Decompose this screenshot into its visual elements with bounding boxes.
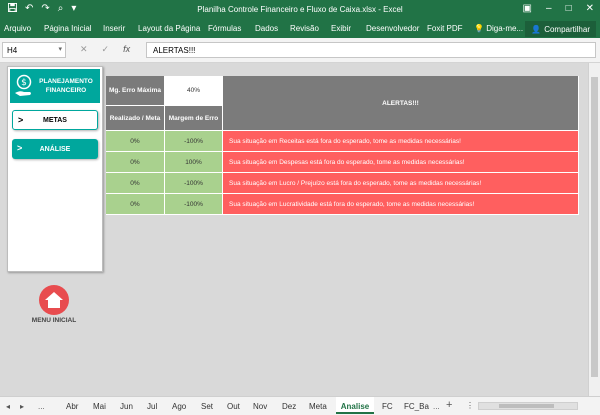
- ribbon-tabs: Arquivo Página Inicial Inserir Layout da…: [0, 20, 600, 38]
- tab-exibir[interactable]: Exibir: [331, 24, 351, 33]
- ribbon-display-icon[interactable]: ▣: [523, 3, 532, 14]
- sheet-tabs-bar: ◂ ▸ ... Abr Mai Jun Jul Ago Set Out Nov …: [0, 396, 600, 415]
- sheet-tab-dez[interactable]: Dez: [282, 402, 296, 411]
- confirm-icon[interactable]: ✓: [102, 44, 110, 55]
- money-hand-icon: $: [15, 74, 32, 96]
- tabs-splitter-icon[interactable]: ⋮: [466, 401, 474, 410]
- home-button[interactable]: [39, 285, 69, 315]
- planejamento-logo: $ PLANEJAMENTO FINANCEIRO: [10, 69, 100, 103]
- realizado-cell[interactable]: 0%: [106, 131, 165, 152]
- formula-icons: ✕ ✓ fx: [80, 44, 130, 55]
- name-box[interactable]: H4 ▾: [2, 42, 66, 58]
- mg-erro-value[interactable]: 40%: [165, 76, 223, 106]
- margem-cell[interactable]: -100%: [165, 173, 223, 194]
- margem-cell[interactable]: -100%: [165, 194, 223, 215]
- close-icon[interactable]: ✕: [586, 3, 594, 14]
- sheet-tab-fc[interactable]: FC: [382, 402, 393, 411]
- sheet-tab-out[interactable]: Out: [227, 402, 240, 411]
- sheet-tab-nov[interactable]: Nov: [253, 402, 267, 411]
- tab-dados[interactable]: Dados: [255, 24, 278, 33]
- more-sheets-right[interactable]: ...: [433, 402, 440, 411]
- scroll-thumb[interactable]: [591, 77, 598, 377]
- window-title: Planilha Controle Financeiro e Fluxo de …: [197, 5, 403, 14]
- metas-button[interactable]: > METAS: [12, 110, 98, 130]
- tab-desenvolvedor[interactable]: Desenvolvedor: [366, 24, 419, 33]
- arrow-right-icon: >: [17, 143, 23, 153]
- alert-cell[interactable]: Sua situação em Receitas está fora do es…: [223, 131, 579, 152]
- cancel-icon[interactable]: ✕: [80, 44, 88, 55]
- arrow-right-icon: >: [18, 115, 24, 125]
- formula-bar: H4 ▾ ✕ ✓ fx ALERTAS!!!: [0, 38, 600, 63]
- share-button[interactable]: 👤 Compartilhar: [525, 21, 596, 37]
- menu-inicial-label: MENU INICIAL: [31, 317, 77, 324]
- sheet-tab-jul[interactable]: Jul: [147, 402, 157, 411]
- insert-function-icon[interactable]: fx: [123, 44, 130, 55]
- home-icon: [45, 292, 63, 308]
- sheet-tab-meta[interactable]: Meta: [309, 402, 327, 411]
- alert-cell[interactable]: Sua situação em Despesas está fora do es…: [223, 152, 579, 173]
- prev-sheet-icon[interactable]: ◂: [6, 402, 10, 411]
- window-controls: ▣ – □ ✕: [523, 3, 594, 14]
- tab-formulas[interactable]: Fórmulas: [208, 24, 241, 33]
- add-sheet-icon[interactable]: +: [446, 399, 452, 411]
- lightbulb-icon: 💡: [474, 24, 484, 33]
- realizado-cell[interactable]: 0%: [106, 173, 165, 194]
- col-margem-header: Margem de Erro: [165, 106, 223, 131]
- sheet-tab-ago[interactable]: Ago: [172, 402, 186, 411]
- minimize-icon[interactable]: –: [546, 3, 552, 14]
- navigation-panel: $ PLANEJAMENTO FINANCEIRO > METAS > ANÁL…: [7, 66, 103, 272]
- tab-inserir[interactable]: Inserir: [103, 24, 125, 33]
- vertical-scrollbar[interactable]: [588, 63, 600, 396]
- realizado-cell[interactable]: 0%: [106, 152, 165, 173]
- horizontal-scrollbar[interactable]: [478, 402, 578, 410]
- col-realizado-header: Realizado / Meta: [106, 106, 165, 131]
- tab-arquivo[interactable]: Arquivo: [4, 24, 31, 33]
- tab-foxit-pdf[interactable]: Foxit PDF: [427, 24, 463, 33]
- alert-cell[interactable]: Sua situação em Lucratividade está fora …: [223, 194, 579, 215]
- mg-erro-label: Mg. Erro Máxima: [106, 76, 165, 106]
- margem-cell[interactable]: 100%: [165, 152, 223, 173]
- next-sheet-icon[interactable]: ▸: [20, 402, 24, 411]
- chevron-down-icon[interactable]: ▾: [58, 45, 62, 53]
- tell-me-search[interactable]: 💡 Diga-me...: [474, 24, 523, 33]
- tab-layout[interactable]: Layout da Página: [138, 24, 200, 33]
- svg-text:$: $: [21, 78, 27, 88]
- maximize-icon[interactable]: □: [566, 3, 572, 14]
- margem-cell[interactable]: -100%: [165, 131, 223, 152]
- more-sheets-left[interactable]: ...: [38, 402, 45, 411]
- sheet-tab-fc-ba[interactable]: FC_Ba: [404, 402, 429, 411]
- sheet-tab-set[interactable]: Set: [201, 402, 213, 411]
- tab-revisao[interactable]: Revisão: [290, 24, 319, 33]
- sheet-tab-analise[interactable]: Analise: [336, 397, 374, 414]
- sheet-tab-mai[interactable]: Mai: [93, 402, 106, 411]
- realizado-cell[interactable]: 0%: [106, 194, 165, 215]
- alerts-header: ALERTAS!!!: [223, 76, 579, 131]
- analise-button[interactable]: > ANÁLISE: [12, 139, 98, 159]
- title-bar: ↶ ↷ ⌕ ▾ Planilha Controle Financeiro e F…: [0, 0, 600, 20]
- sheet-tab-abr[interactable]: Abr: [66, 402, 78, 411]
- sheet-tab-jun[interactable]: Jun: [120, 402, 133, 411]
- formula-input[interactable]: ALERTAS!!!: [146, 42, 596, 58]
- person-icon: 👤: [531, 24, 542, 34]
- hscroll-thumb[interactable]: [499, 404, 554, 408]
- logo-text: PLANEJAMENTO FINANCEIRO: [39, 78, 93, 94]
- tab-pagina-inicial[interactable]: Página Inicial: [44, 24, 92, 33]
- alert-cell[interactable]: Sua situação em Lucro / Prejuízo está fo…: [223, 173, 579, 194]
